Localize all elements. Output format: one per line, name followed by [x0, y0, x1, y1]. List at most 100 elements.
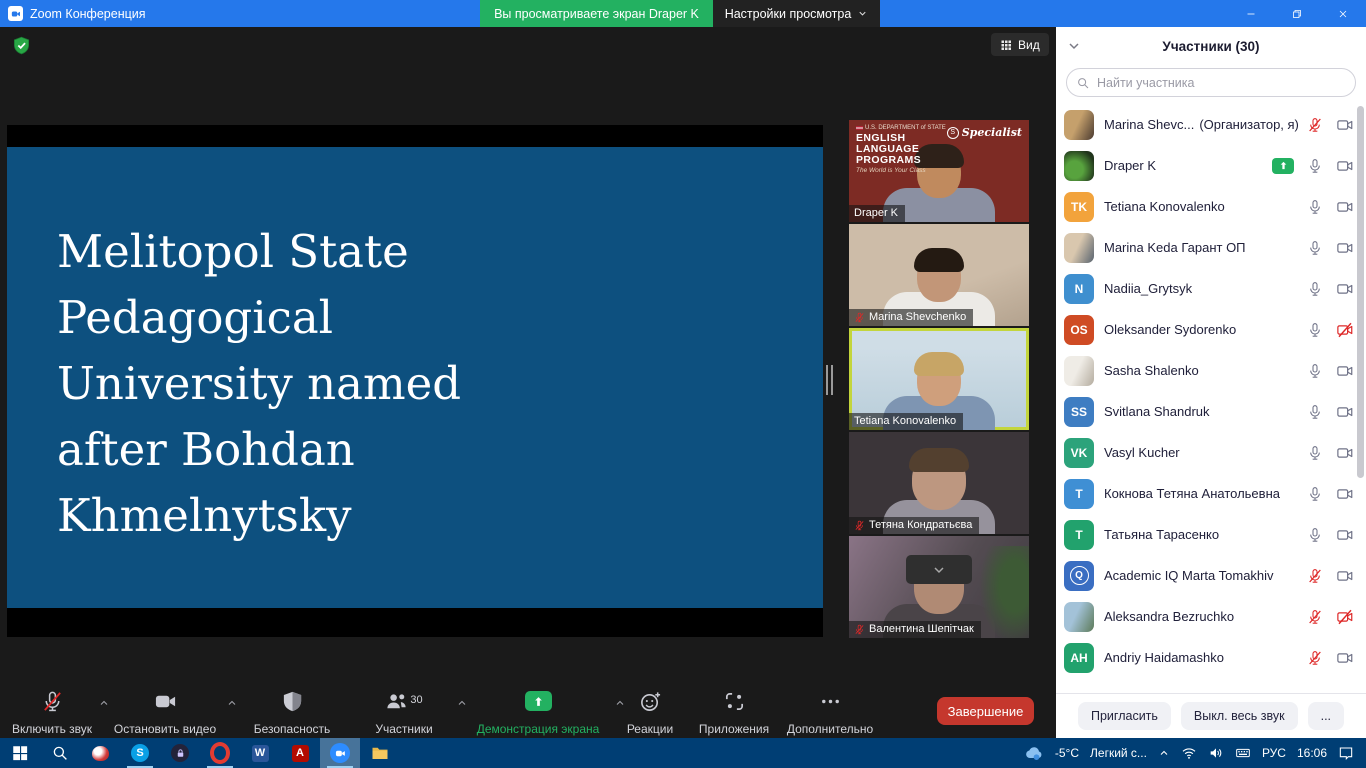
touch-keyboard-icon[interactable] — [1235, 745, 1251, 761]
unmute-button[interactable]: Включить звук — [6, 688, 98, 739]
participant-row[interactable]: Marina Shevc...(Организатор, я) — [1056, 104, 1366, 145]
participant-avatar: OS — [1064, 315, 1094, 345]
volume-icon[interactable] — [1208, 745, 1224, 761]
mic-muted-icon — [854, 312, 865, 323]
clock[interactable]: 16:06 — [1297, 746, 1327, 760]
apps-icon — [723, 690, 746, 713]
share-screen-button[interactable]: Демонстрация экрана — [462, 688, 614, 739]
taskbar-opera-button[interactable] — [200, 738, 240, 768]
encryption-shield-icon[interactable] — [12, 35, 31, 56]
scrollbar-thumb[interactable] — [1357, 106, 1364, 478]
reactions-button[interactable]: Реакции — [614, 688, 686, 739]
restore-button[interactable] — [1274, 0, 1320, 27]
invite-button[interactable]: Пригласить — [1078, 702, 1171, 730]
reactions-icon — [639, 690, 662, 713]
taskbar-explorer-button[interactable] — [360, 738, 400, 768]
participants-icon — [385, 690, 408, 713]
grid-view-icon — [1000, 39, 1012, 51]
video-thumbnail-konovalenko-active[interactable]: Tetiana Konovalenko — [849, 328, 1029, 430]
participant-row[interactable]: VK Vasyl Kucher — [1056, 432, 1366, 473]
hidden-icons-chevron[interactable] — [1158, 747, 1170, 759]
share-screen-icon — [525, 691, 552, 711]
video-thumbnail-shevchenko[interactable]: Marina Shevchenko — [849, 224, 1029, 326]
participant-row[interactable]: Q Academic IQ Marta Tomakhiv — [1056, 555, 1366, 596]
camera-off-icon — [1336, 321, 1354, 339]
collapse-thumbnails-button[interactable] — [906, 555, 972, 584]
video-name-tag: Draper K — [849, 205, 905, 222]
system-tray: -5°C Легкий с... РУС 16:06 — [1024, 738, 1366, 768]
video-thumbnail-kondratieva[interactable]: Тетяна Кондратьєва — [849, 432, 1029, 534]
taskbar-search-button[interactable] — [40, 738, 80, 768]
more-options-button[interactable]: ... — [1308, 702, 1344, 730]
participant-row[interactable]: Aleksandra Bezruchko — [1056, 596, 1366, 637]
participant-row[interactable]: Sasha Shalenko — [1056, 350, 1366, 391]
participants-button[interactable]: 30 Участники — [352, 688, 456, 739]
participant-row[interactable]: SS Svitlana Shandruk — [1056, 391, 1366, 432]
participant-avatar — [1064, 151, 1094, 181]
participant-avatar: T — [1064, 520, 1094, 550]
screen-sharing-badge — [1272, 158, 1294, 174]
weather-icon[interactable] — [1024, 743, 1044, 763]
taskbar-word-button[interactable]: W — [240, 738, 280, 768]
security-button[interactable]: Безопасность — [240, 688, 344, 739]
video-options-chevron[interactable] — [226, 697, 238, 709]
panel-footer: Пригласить Выкл. весь звук ... — [1056, 693, 1366, 738]
mic-icon — [1307, 445, 1323, 461]
search-participant-input[interactable] — [1066, 68, 1356, 97]
video-name-tag: Marina Shevchenko — [849, 309, 973, 326]
camera-icon — [1336, 444, 1354, 462]
language-indicator[interactable]: РУС — [1262, 746, 1286, 760]
participant-row[interactable]: T Татьяна Тарасенко — [1056, 514, 1366, 555]
minimize-button[interactable] — [1228, 0, 1274, 27]
chevron-down-icon — [931, 562, 947, 578]
network-icon[interactable] — [1181, 745, 1197, 761]
participant-row[interactable]: Draper K — [1056, 145, 1366, 186]
participant-row[interactable]: AH Andriy Haidamashko — [1056, 637, 1366, 678]
panel-title: Участники (30) — [1162, 39, 1259, 54]
participant-row[interactable]: Marina Keda Гарант ОП — [1056, 227, 1366, 268]
view-settings-dropdown[interactable]: Настройки просмотра — [713, 0, 880, 27]
start-button[interactable] — [0, 738, 40, 768]
resize-handle[interactable] — [826, 365, 835, 395]
participant-name: Vasyl Kucher — [1104, 445, 1301, 460]
temperature[interactable]: -5°C — [1055, 746, 1079, 760]
camera-icon — [1336, 116, 1354, 134]
taskbar-acrobat-button[interactable]: A — [280, 738, 320, 768]
mic-icon — [1307, 527, 1323, 543]
taskbar-skype-button[interactable]: S — [120, 738, 160, 768]
video-thumbnail-draper[interactable]: U.S. DEPARTMENT of STATE ENGLISH LANGUAG… — [849, 120, 1029, 222]
mute-all-button[interactable]: Выкл. весь звук — [1181, 702, 1298, 730]
slide-title: Melitopol State Pedagogical University n… — [7, 147, 823, 549]
mic-muted-icon — [1307, 117, 1323, 133]
action-center-icon[interactable] — [1338, 745, 1354, 761]
end-meeting-button[interactable]: Завершение — [937, 697, 1034, 725]
taskbar-app-button[interactable] — [80, 738, 120, 768]
participant-avatar: TK — [1064, 192, 1094, 222]
mic-muted-icon — [854, 624, 865, 635]
camera-icon — [1336, 567, 1354, 585]
participant-row[interactable]: N Nadiia_Grytsyk — [1056, 268, 1366, 309]
taskbar-zoom-button[interactable] — [320, 738, 360, 768]
stop-video-button[interactable]: Остановить видео — [104, 688, 226, 739]
mic-icon — [1307, 363, 1323, 379]
participant-row[interactable]: T Кокнова Тетяна Анатольевна — [1056, 473, 1366, 514]
close-button[interactable] — [1320, 0, 1366, 27]
panel-collapse-chevron[interactable] — [1066, 38, 1082, 54]
shared-screen: Melitopol State Pedagogical University n… — [7, 125, 823, 637]
opera-icon — [210, 742, 230, 764]
weather-text[interactable]: Легкий с... — [1090, 746, 1147, 760]
participants-list: Marina Shevc...(Организатор, я) Draper K… — [1056, 104, 1366, 693]
camera-icon — [1336, 649, 1354, 667]
video-thumbnail-shepitchak[interactable]: Валентина Шепітчак — [849, 536, 1029, 638]
participant-row[interactable]: OS Oleksander Sydorenko — [1056, 309, 1366, 350]
apps-button[interactable]: Приложения — [690, 688, 778, 739]
search-icon — [51, 744, 69, 762]
search-icon — [1076, 76, 1090, 90]
specialist-badge: SSpecialist — [947, 126, 1022, 139]
more-button[interactable]: Дополнительно — [782, 688, 878, 739]
participant-name: Кокнова Тетяна Анатольевна — [1104, 486, 1301, 501]
participant-name: Draper K — [1104, 158, 1266, 173]
taskbar-lock-app-button[interactable] — [160, 738, 200, 768]
participant-row[interactable]: TK Tetiana Konovalenko — [1056, 186, 1366, 227]
view-button[interactable]: Вид — [991, 33, 1049, 56]
